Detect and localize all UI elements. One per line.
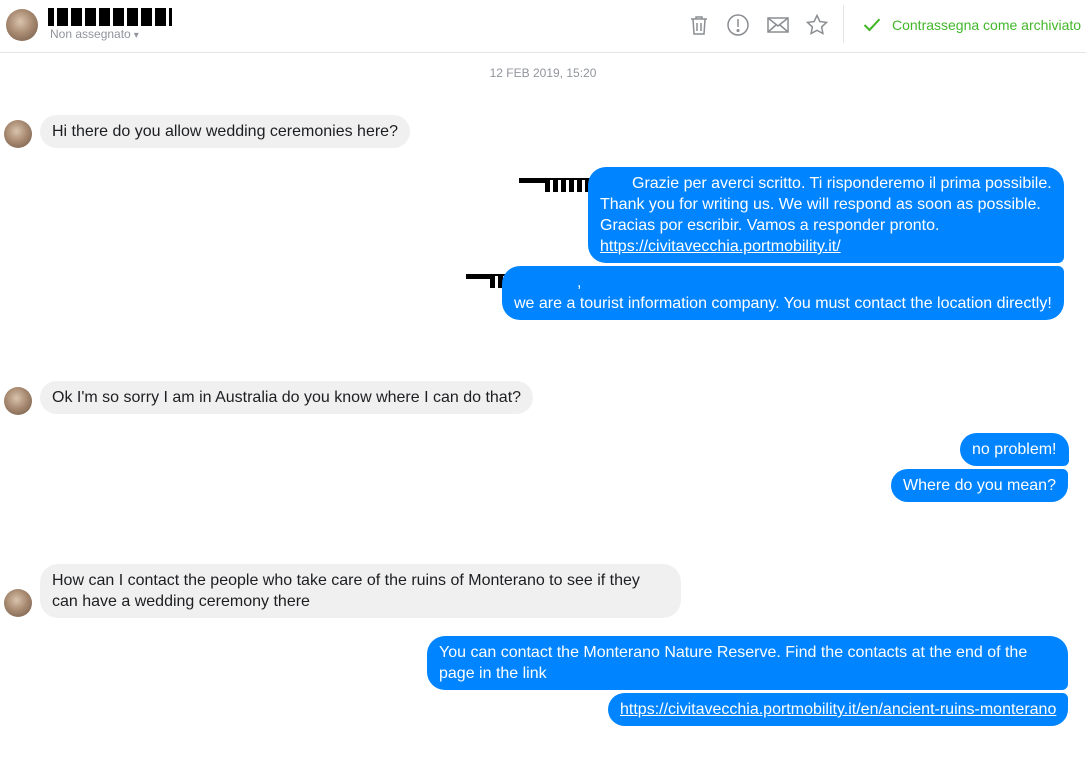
incoming-message: How can I contact the people who take ca…	[40, 564, 681, 618]
trash-icon[interactable]	[686, 12, 712, 38]
outgoing-message: https://civitavecchia.portmobility.it/en…	[608, 693, 1069, 726]
message-text: no problem!	[972, 441, 1057, 458]
message-text: ,	[577, 274, 582, 291]
star-icon[interactable]	[804, 12, 830, 38]
chevron-down-icon: ▾	[133, 30, 139, 41]
redacted-contact-name	[48, 8, 172, 26]
message-text: Thank you for writing us. We will respon…	[600, 196, 1041, 213]
message-text: Gracias por escribir. Vamos a responder …	[600, 217, 940, 234]
conversation-header: Non assegnato ▾ Contrassegna come archivi…	[0, 0, 1086, 53]
contact-avatar	[4, 387, 32, 415]
message-text: Ok I'm so sorry I am in Australia do you…	[52, 389, 522, 406]
message-link[interactable]: https://civitavecchia.portmobility.it/en…	[620, 699, 1056, 720]
conversation-timestamp: 12 FEB 2019, 15:20	[489, 66, 597, 80]
contact-avatar	[4, 120, 32, 148]
envelope-icon[interactable]	[765, 12, 791, 38]
incoming-message: Hi there do you allow wedding ceremonies…	[40, 115, 410, 148]
message-text: How can I contact the people who take ca…	[52, 572, 640, 589]
outgoing-message: You can contact the Monterano Nature Res…	[427, 636, 1068, 690]
assignment-dropdown[interactable]: Non assegnato ▾	[50, 27, 139, 41]
message-text: Grazie per averci scritto. Ti rispondere…	[632, 175, 1052, 192]
assignment-status: Non assegnato	[50, 27, 131, 41]
outgoing-message: , we are a tourist information company. …	[502, 266, 1064, 320]
toolbar-divider	[843, 5, 844, 43]
outgoing-message: no problem!	[960, 433, 1069, 466]
message-text: Where do you mean?	[903, 477, 1056, 494]
checkmark-icon	[863, 18, 881, 32]
mark-archived-button[interactable]: Contrassegna come archiviato	[862, 14, 1081, 36]
alert-icon[interactable]	[725, 12, 751, 38]
message-text: You can contact the Monterano Nature Res…	[439, 644, 1028, 661]
outgoing-message: Where do you mean?	[891, 469, 1068, 502]
message-link[interactable]: https://civitavecchia.portmobility.it/	[600, 236, 1052, 257]
message-text: page in the link	[439, 665, 547, 682]
message-text: can have a wedding ceremony there	[52, 593, 310, 610]
contact-avatar	[4, 589, 32, 617]
message-text: Hi there do you allow wedding ceremonies…	[52, 123, 398, 140]
message-text: we are a tourist information company. Yo…	[514, 295, 1052, 312]
outgoing-message: Grazie per averci scritto. Ti rispondere…	[588, 167, 1064, 263]
mark-archived-label: Contrassegna come archiviato	[892, 17, 1082, 33]
incoming-message: Ok I'm so sorry I am in Australia do you…	[40, 381, 534, 414]
contact-avatar[interactable]	[6, 9, 38, 41]
